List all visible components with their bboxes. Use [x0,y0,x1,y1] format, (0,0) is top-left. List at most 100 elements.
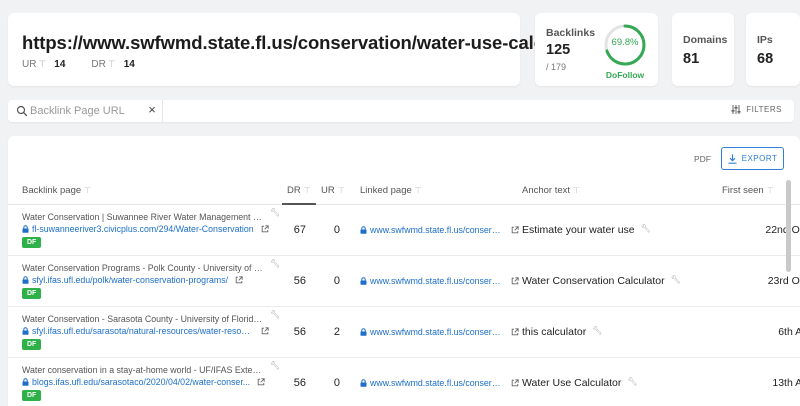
col-ur-label: UR [321,185,335,197]
linked-page-url[interactable]: www.swfwmd.state.fl.us/conserva... [370,225,504,235]
anchor-text-cell: Estimate your water use 🔧︎ [522,204,720,256]
pin-icon[interactable]: ⊤ [38,59,46,69]
linked-page-line: www.swfwmd.state.fl.us/conserva... [360,276,522,286]
col-anchor-text[interactable]: Anchor text ⊤ [522,178,720,205]
anchor-text-cell: Water Use Calculator 🔧︎ [522,357,720,406]
col-backlink-page-label: Backlink page [22,185,82,197]
linked-page-line: www.swfwmd.state.fl.us/conserva... [360,378,522,388]
lock-icon [360,276,367,285]
backlink-url[interactable]: blogs.ifas.ufl.edu/sarasotaco/2020/04/02… [32,377,250,387]
lock-icon [22,275,29,284]
linked-page-url[interactable]: www.swfwmd.state.fl.us/conserva... [370,327,504,337]
clear-search-button[interactable]: × [145,102,159,118]
external-link-icon[interactable] [235,275,243,284]
download-icon [728,154,737,164]
dofollow-badge: DF [22,338,42,350]
wrench-icon[interactable]: 🔧︎ [270,310,280,319]
backlink-page-cell: Water Conservation Programs - Polk Count… [8,255,282,307]
backlink-url[interactable]: sfyl.ifas.ufl.edu/polk/water-conservatio… [32,275,228,285]
col-linked-page[interactable]: Linked page ⊤ [354,178,522,205]
pin-icon[interactable]: ⊤ [415,186,422,195]
wrench-icon[interactable]: 🔧︎ [270,259,280,268]
pin-icon[interactable]: ⊤ [573,186,580,195]
backlink-title: Water conservation in a stay-at-home wor… [22,364,265,375]
lock-icon [360,378,367,387]
backlink-page-cell: Water Conservation - Sarasota County - U… [8,306,282,358]
col-dr[interactable]: DR ⊤ [282,178,316,205]
anchor-text-line: Water Conservation Calculator 🔧︎ [522,275,720,287]
table-row: Water Conservation - Sarasota County - U… [8,306,800,358]
pdf-button[interactable]: PDF [694,154,711,164]
col-backlink-page[interactable]: Backlink page ⊤ [8,178,282,205]
linked-page-url[interactable]: www.swfwmd.state.fl.us/conserva... [370,378,504,388]
wrench-icon[interactable]: 🔧︎ [627,377,637,386]
backlink-title-line: Water Conservation - Sarasota County - U… [22,310,282,324]
vertical-scrollbar[interactable] [786,180,791,272]
backlink-title-line: Water Conservation Programs - Polk Count… [22,259,282,273]
ips-value: 68 [757,51,774,67]
table-row: Water conservation in a stay-at-home wor… [8,357,800,406]
pin-icon[interactable]: ⊤ [338,186,345,195]
ips-label: IPs [757,34,773,46]
backlinks-card: Backlinks 125 / 179 69.8% DoFollow [535,13,658,86]
linked-page-line: www.swfwmd.state.fl.us/conserva... [360,327,522,337]
dr-label: DR [91,59,106,70]
filters-button[interactable]: FILTERS [731,105,782,114]
backlink-url-line: sfyl.ifas.ufl.edu/sarasota/natural-resou… [22,326,282,336]
backlink-url[interactable]: fl-suwanneeriver3.civicplus.com/294/Wate… [32,224,254,234]
export-label: EXPORT [741,154,778,163]
sliders-icon [731,105,741,114]
backlink-url-line: fl-suwanneeriver3.civicplus.com/294/Wate… [22,224,282,234]
col-linked-page-label: Linked page [360,185,412,197]
wrench-icon[interactable]: 🔧︎ [270,208,280,217]
anchor-text-cell: Water Conservation Calculator 🔧︎ [522,255,720,307]
linked-page-url[interactable]: www.swfwmd.state.fl.us/conserva... [370,276,504,286]
pin-icon[interactable]: ⊤ [767,186,774,195]
backlink-url[interactable]: sfyl.ifas.ufl.edu/sarasota/natural-resou… [32,326,254,336]
lock-icon [360,327,367,336]
dr-cell: 56 [282,306,316,358]
dr-cell: 56 [282,255,316,307]
col-anchor-text-label: Anchor text [522,185,571,197]
backlink-page-cell: Water Conservation | Suwannee River Wate… [8,204,282,256]
wrench-icon[interactable]: 🔧︎ [270,361,280,370]
lock-icon [22,224,29,233]
domains-label: Domains [683,34,728,46]
export-button[interactable]: EXPORT [721,147,784,170]
ur-metric: UR ⊤ 14 [22,59,65,70]
external-link-icon[interactable] [261,326,269,335]
dofollow-badge: DF [22,236,42,248]
anchor-text-line: Estimate your water use 🔧︎ [522,224,720,236]
wrench-icon[interactable]: 🔧︎ [641,224,651,233]
dr-cell: 67 [282,204,316,256]
dofollow-label: DoFollow [605,70,645,80]
backlink-title-line: Water Conservation | Suwannee River Wate… [22,208,282,222]
search-divider [162,100,163,122]
external-link-icon[interactable] [511,378,519,387]
search-icon [16,105,28,117]
ur-cell: 0 [316,204,354,256]
pin-icon[interactable]: ⊤ [304,186,311,195]
ur-value: 14 [54,59,66,70]
backlink-title: Water Conservation - Sarasota County - U… [22,313,265,324]
pin-icon[interactable]: ⊤ [108,59,116,69]
col-first-seen-label: First seen [722,185,764,197]
anchor-text-line: Water Use Calculator 🔧︎ [522,377,720,389]
external-link-icon[interactable] [511,225,519,234]
search-input[interactable] [30,103,140,119]
linked-page-cell: www.swfwmd.state.fl.us/conserva... [354,204,522,256]
pin-icon[interactable]: ⊤ [84,186,91,195]
wrench-icon[interactable]: 🔧︎ [671,275,681,284]
dofollow-badge: DF [22,287,42,299]
external-link-icon[interactable] [257,377,265,386]
wrench-icon[interactable]: 🔧︎ [592,326,602,335]
ips-card: IPs 68 [746,13,800,86]
col-ur[interactable]: UR ⊤ [316,178,354,205]
external-link-icon[interactable] [261,224,269,233]
external-link-icon[interactable] [511,327,519,336]
linked-page-cell: www.swfwmd.state.fl.us/conserva... [354,306,522,358]
anchor-text-cell: this calculator 🔧︎ [522,306,720,358]
external-link-icon[interactable] [511,276,519,285]
anchor-text: Water Conservation Calculator [522,274,665,287]
dofollow-percent: 69.8% [611,37,639,48]
